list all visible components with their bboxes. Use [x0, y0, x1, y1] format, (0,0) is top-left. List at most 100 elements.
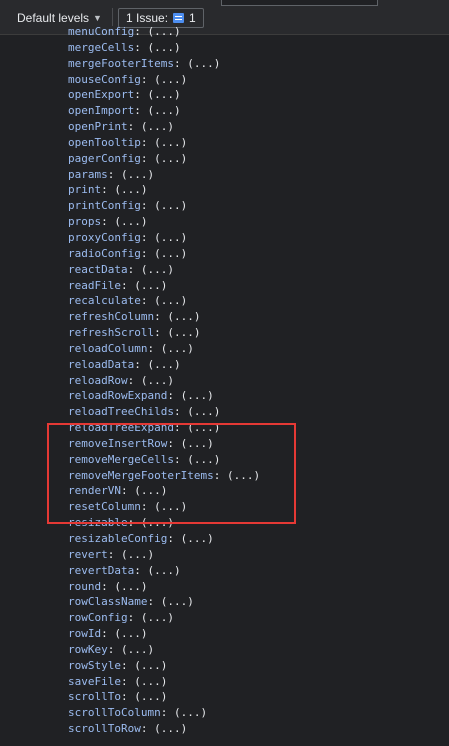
property-value-getter[interactable]: (...): [187, 57, 220, 70]
property-row[interactable]: reactData: (...): [68, 262, 260, 278]
property-value-getter[interactable]: (...): [141, 263, 174, 276]
property-value-getter[interactable]: (...): [134, 279, 167, 292]
property-row[interactable]: revertData: (...): [68, 563, 260, 579]
property-value-getter[interactable]: (...): [154, 294, 187, 307]
property-value-getter[interactable]: (...): [154, 231, 187, 244]
property-row[interactable]: props: (...): [68, 214, 260, 230]
property-row[interactable]: pagerConfig: (...): [68, 151, 260, 167]
property-row[interactable]: menuConfig: (...): [68, 24, 260, 40]
property-value-getter[interactable]: (...): [167, 326, 200, 339]
property-value-getter[interactable]: (...): [141, 611, 174, 624]
property-row[interactable]: openImport: (...): [68, 103, 260, 119]
property-row[interactable]: mergeFooterItems: (...): [68, 56, 260, 72]
property-value-getter[interactable]: (...): [134, 675, 167, 688]
property-value-getter[interactable]: (...): [161, 342, 194, 355]
property-value-getter[interactable]: (...): [187, 405, 220, 418]
property-row[interactable]: radioConfig: (...): [68, 246, 260, 262]
property-value-getter[interactable]: (...): [147, 358, 180, 371]
property-key: print: [68, 183, 102, 197]
property-row[interactable]: openPrint: (...): [68, 119, 260, 135]
property-row[interactable]: resizable: (...): [68, 515, 260, 531]
property-separator: :: [140, 72, 155, 86]
property-row[interactable]: rowConfig: (...): [68, 610, 260, 626]
property-value-getter[interactable]: (...): [147, 41, 180, 54]
property-value-getter[interactable]: (...): [134, 659, 167, 672]
property-row[interactable]: reloadRow: (...): [68, 373, 260, 389]
property-value-getter[interactable]: (...): [181, 532, 214, 545]
property-value-getter[interactable]: (...): [154, 247, 187, 260]
log-levels-label: Default levels: [17, 11, 90, 25]
property-row[interactable]: mergeCells: (...): [68, 40, 260, 56]
property-row[interactable]: readFile: (...): [68, 278, 260, 294]
property-row[interactable]: mouseConfig: (...): [68, 72, 260, 88]
property-value-getter[interactable]: (...): [147, 88, 180, 101]
property-value-getter[interactable]: (...): [154, 722, 187, 735]
property-row[interactable]: printConfig: (...): [68, 198, 260, 214]
property-value-getter[interactable]: (...): [167, 310, 200, 323]
property-row[interactable]: reloadRowExpand: (...): [68, 388, 260, 404]
property-row[interactable]: revert: (...): [68, 547, 260, 563]
property-value-getter[interactable]: (...): [114, 627, 147, 640]
property-key: openPrint: [68, 120, 128, 134]
property-separator: :: [101, 183, 115, 197]
property-value-getter[interactable]: (...): [154, 73, 187, 86]
property-value-getter[interactable]: (...): [121, 168, 154, 181]
property-separator: :: [173, 421, 188, 435]
property-row[interactable]: scrollTo: (...): [68, 689, 260, 705]
property-value-getter[interactable]: (...): [174, 706, 207, 719]
property-value-getter[interactable]: (...): [181, 437, 214, 450]
property-row[interactable]: reloadTreeExpand: (...): [68, 420, 260, 436]
property-value-getter[interactable]: (...): [187, 421, 220, 434]
property-value-getter[interactable]: (...): [114, 215, 147, 228]
property-row[interactable]: openExport: (...): [68, 87, 260, 103]
property-row[interactable]: refreshColumn: (...): [68, 309, 260, 325]
property-row[interactable]: scrollToColumn: (...): [68, 705, 260, 721]
property-row[interactable]: reloadTreeChilds: (...): [68, 404, 260, 420]
property-value-getter[interactable]: (...): [141, 374, 174, 387]
property-value-getter[interactable]: (...): [227, 469, 260, 482]
property-row[interactable]: openTooltip: (...): [68, 135, 260, 151]
property-value-getter[interactable]: (...): [134, 484, 167, 497]
property-row[interactable]: proxyConfig: (...): [68, 230, 260, 246]
property-value-getter[interactable]: (...): [147, 564, 180, 577]
property-row[interactable]: rowStyle: (...): [68, 658, 260, 674]
property-value-getter[interactable]: (...): [161, 595, 194, 608]
filter-input[interactable]: [221, 0, 378, 6]
property-separator: :: [154, 326, 168, 340]
property-row[interactable]: rowId: (...): [68, 626, 260, 642]
property-value-getter[interactable]: (...): [114, 183, 147, 196]
property-row[interactable]: renderVN: (...): [68, 483, 260, 499]
property-value-getter[interactable]: (...): [121, 548, 154, 561]
property-value-getter[interactable]: (...): [187, 453, 220, 466]
property-value-getter[interactable]: (...): [141, 120, 174, 133]
property-row[interactable]: resizableConfig: (...): [68, 531, 260, 547]
property-row[interactable]: params: (...): [68, 167, 260, 183]
property-value-getter[interactable]: (...): [114, 580, 147, 593]
property-row[interactable]: recalculate: (...): [68, 293, 260, 309]
property-value-getter[interactable]: (...): [181, 389, 214, 402]
property-value-getter[interactable]: (...): [134, 690, 167, 703]
property-row[interactable]: saveFile: (...): [68, 674, 260, 690]
property-row[interactable]: print: (...): [68, 182, 260, 198]
property-value-getter[interactable]: (...): [154, 136, 187, 149]
property-value-getter[interactable]: (...): [147, 25, 180, 38]
property-row[interactable]: reloadData: (...): [68, 357, 260, 373]
property-row[interactable]: scrollToRow: (...): [68, 721, 260, 737]
property-row[interactable]: rowClassName: (...): [68, 594, 260, 610]
property-value-getter[interactable]: (...): [121, 643, 154, 656]
property-row[interactable]: removeInsertRow: (...): [68, 436, 260, 452]
property-row[interactable]: removeMergeFooterItems: (...): [68, 468, 260, 484]
property-separator: :: [134, 25, 148, 38]
property-value-getter[interactable]: (...): [154, 152, 187, 165]
property-value-getter[interactable]: (...): [147, 104, 180, 117]
property-row[interactable]: round: (...): [68, 579, 260, 595]
property-value-getter[interactable]: (...): [154, 500, 187, 513]
property-separator: :: [134, 104, 148, 118]
property-row[interactable]: resetColumn: (...): [68, 499, 260, 515]
property-row[interactable]: rowKey: (...): [68, 642, 260, 658]
property-value-getter[interactable]: (...): [154, 199, 187, 212]
property-row[interactable]: reloadColumn: (...): [68, 341, 260, 357]
property-row[interactable]: removeMergeCells: (...): [68, 452, 260, 468]
property-row[interactable]: refreshScroll: (...): [68, 325, 260, 341]
property-value-getter[interactable]: (...): [141, 516, 174, 529]
